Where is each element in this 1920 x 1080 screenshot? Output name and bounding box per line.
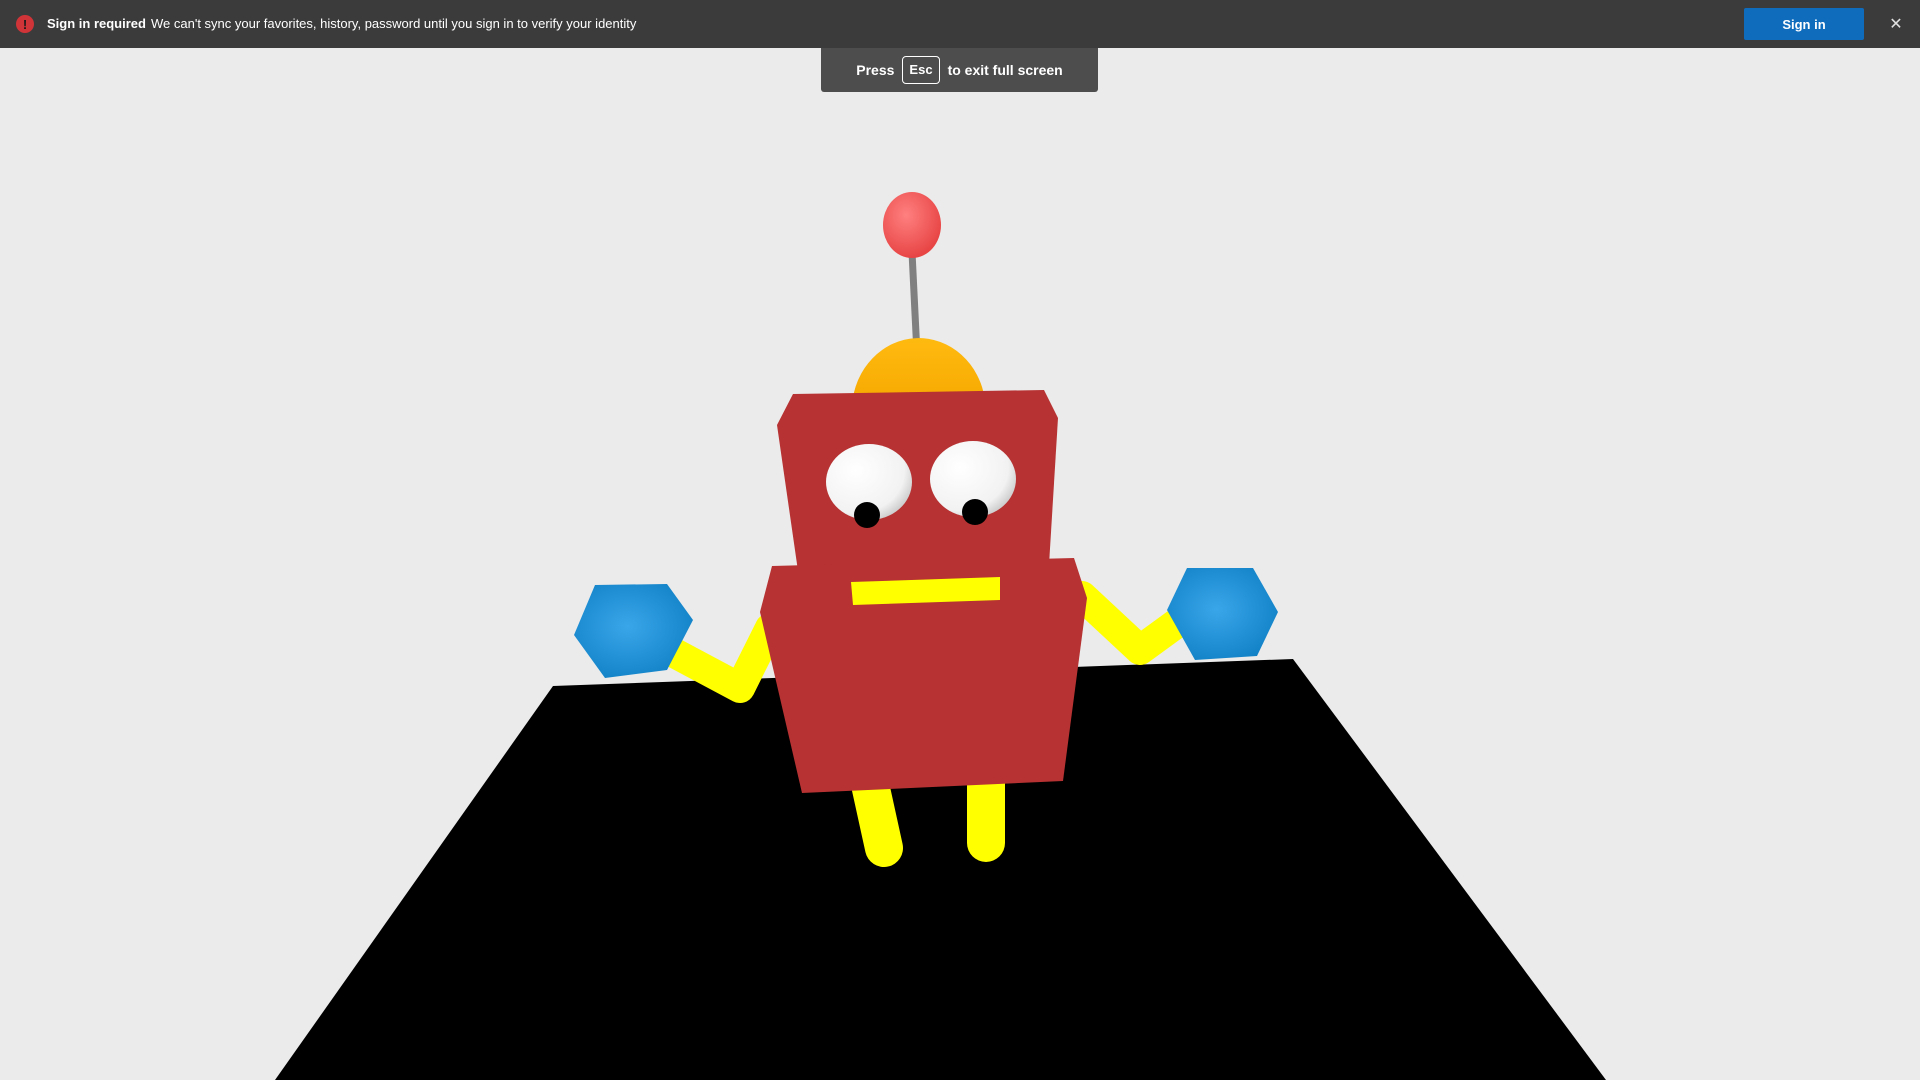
- esc-key-badge: Esc: [902, 56, 940, 84]
- left-pupil: [854, 502, 880, 528]
- antenna-ball: [883, 192, 941, 258]
- fullscreen-toast: Press Esc to exit full screen: [821, 48, 1098, 92]
- infobar-message: We can't sync your favorites, history, p…: [151, 16, 637, 31]
- toast-press-text: Press: [856, 62, 895, 78]
- toast-exit-text: to exit full screen: [947, 62, 1063, 78]
- sync-infobar: ! Sign in required We can't sync your fa…: [0, 0, 1920, 48]
- close-icon[interactable]: ✕: [1884, 12, 1908, 36]
- right-pupil: [962, 499, 988, 525]
- sign-in-button[interactable]: Sign in: [1744, 8, 1864, 40]
- right-hand: [1167, 568, 1278, 660]
- infobar-title: Sign in required: [47, 16, 146, 31]
- alert-icon: !: [16, 15, 34, 33]
- robot-scene-canvas[interactable]: [0, 48, 1920, 1080]
